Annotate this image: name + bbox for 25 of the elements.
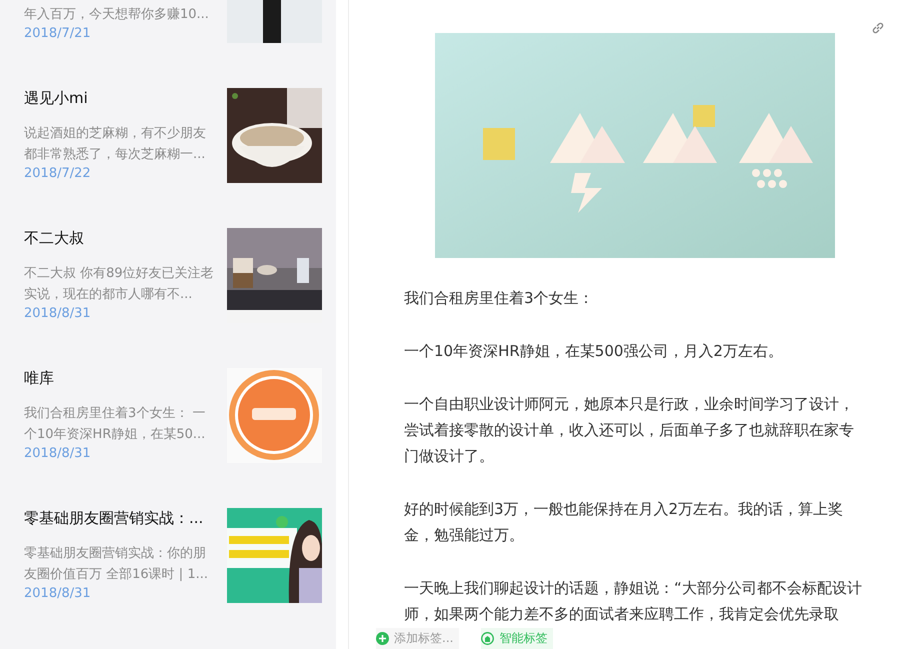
article-title: 零基础朋友圈营销实战：...: [24, 508, 204, 528]
article-paragraph: 一个自由职业设计师阿元，她原本只是行政，业余时间学习了设计，尝试着接零散的设计单，收入还可以，后面单子多了也就辞职在家专门做设计了。: [404, 394, 855, 467]
article-date: 2018/8/31: [24, 585, 92, 602]
article-item[interactable]: 零基础朋友圈营销实战：... 零基础朋友圈营销实战：你的朋友圈价值百万 全部16课时 | 1... 2018/8/31: [0, 508, 336, 603]
article-date: 2018/7/22: [24, 165, 92, 182]
article-snippet: 年入百万，今天想帮你多赚10...: [24, 6, 210, 24]
article-title: 遇见小mi: [24, 88, 89, 108]
article-date: 2018/7/21: [24, 25, 92, 42]
article-paragraph: 我们合租房里住着3个女生：: [404, 288, 595, 309]
article-snippet: 零基础朋友圈营销实战：你的朋友圈价值百万 全部16课时 | 1...: [24, 545, 209, 584]
link-icon[interactable]: [871, 21, 885, 35]
article-snippet: 说起酒姐的芝麻糊，有不少朋友都非常熟悉了，每次芝麻糊一...: [24, 125, 207, 164]
article-item[interactable]: 遇见小mi 说起酒姐的芝麻糊，有不少朋友都非常熟悉了，每次芝麻糊一... 2018/7/22: [0, 88, 336, 183]
article-snippet: 我们合租房里住着3个女生： 一个10年资深HR静姐，在某50...: [24, 405, 206, 444]
article-paragraph: 好的时候能到3万，一般也能保持在月入2万左右。我的话，算上奖金，勉强能过万。: [404, 499, 844, 546]
article-snippet: 不二大叔 你有89位好友已关注老实说，现在的都市人哪有不...: [24, 265, 214, 304]
plus-icon: [376, 632, 389, 644]
article-date: 2018/8/31: [24, 305, 92, 322]
article-paragraph: 一天晚上我们聊起设计的话题，静姐说：“大部分公司都不会标配设计师，如果两个能力差不多的面试者来应聘工作，我肯定会优先录取: [404, 578, 863, 625]
article-paragraph: 一个10年资深HR静姐，在某500强公司，月入2万左右。: [404, 341, 784, 362]
article-title: 不二大叔: [24, 228, 85, 248]
article-item[interactable]: 不二大叔 不二大叔 你有89位好友已关注老实说，现在的都市人哪有不... 2018/8/31: [0, 228, 336, 323]
article-item[interactable]: 唯库 我们合租房里住着3个女生： 一个10年资深HR静姐，在某50... 2018/8/31: [0, 368, 336, 463]
article-title: 唯库: [24, 368, 55, 388]
article-date: 2018/8/31: [24, 445, 92, 462]
